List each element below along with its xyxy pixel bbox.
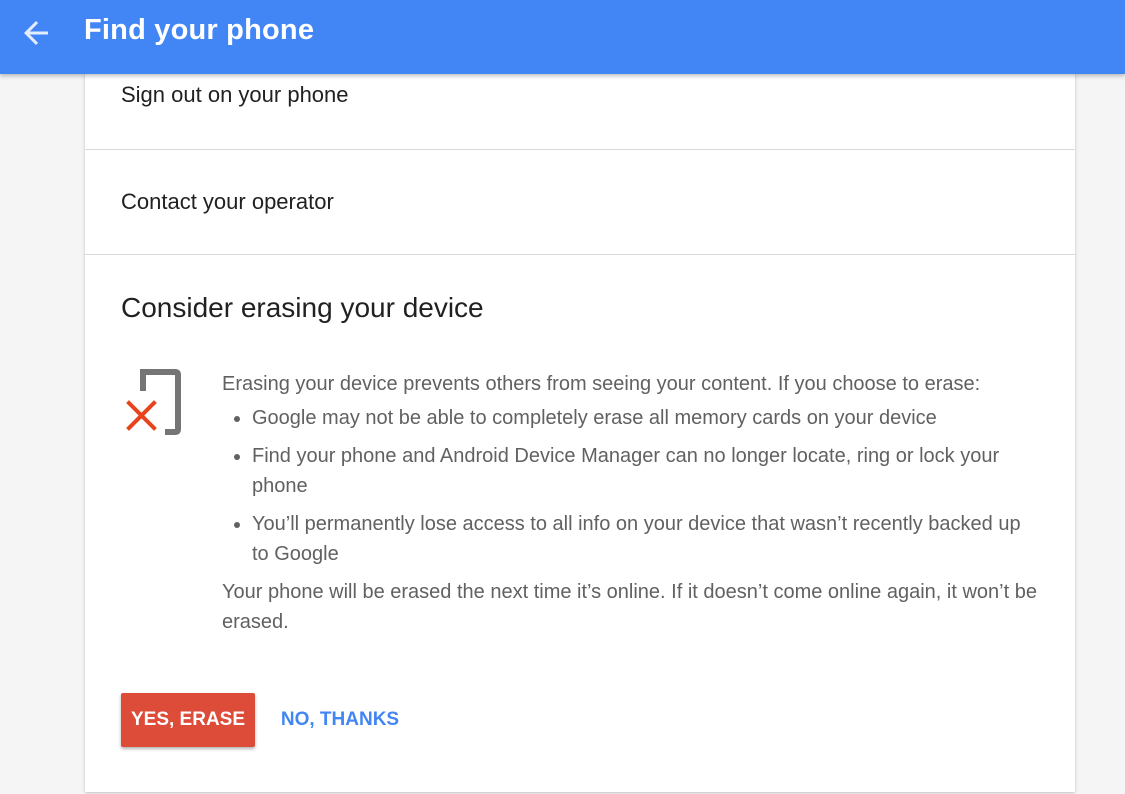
list-item: Find your phone and Android Device Manag… xyxy=(234,441,1042,501)
list-item: Google may not be able to completely era… xyxy=(234,403,1042,433)
erase-note: Your phone will be erased the next time … xyxy=(222,581,1037,633)
phone-erase-icon xyxy=(125,367,185,437)
list-item: You’ll permanently lose access to all in… xyxy=(234,509,1042,569)
erase-intro: Erasing your device prevents others from… xyxy=(222,373,981,395)
no-thanks-button[interactable]: NO, THANKS xyxy=(271,693,409,747)
erase-consequences-list: Google may not be able to completely era… xyxy=(222,403,1042,569)
page-title: Find your phone xyxy=(84,14,315,46)
yes-erase-button[interactable]: YES, ERASE xyxy=(121,693,255,747)
back-button[interactable] xyxy=(18,15,54,51)
sign-out-label: Sign out on your phone xyxy=(121,82,349,107)
erase-device-section: Consider erasing your device Erasing you… xyxy=(85,255,1075,792)
erase-description: Erasing your device prevents others from… xyxy=(222,369,1042,637)
contact-operator-label: Contact your operator xyxy=(121,189,334,214)
erase-heading: Consider erasing your device xyxy=(121,292,484,323)
options-card: Sign out on your phone Contact your oper… xyxy=(85,60,1075,792)
contact-operator-option[interactable]: Contact your operator xyxy=(85,150,1075,255)
arrow-back-icon xyxy=(24,21,48,45)
app-bar: Find your phone xyxy=(0,0,1125,74)
